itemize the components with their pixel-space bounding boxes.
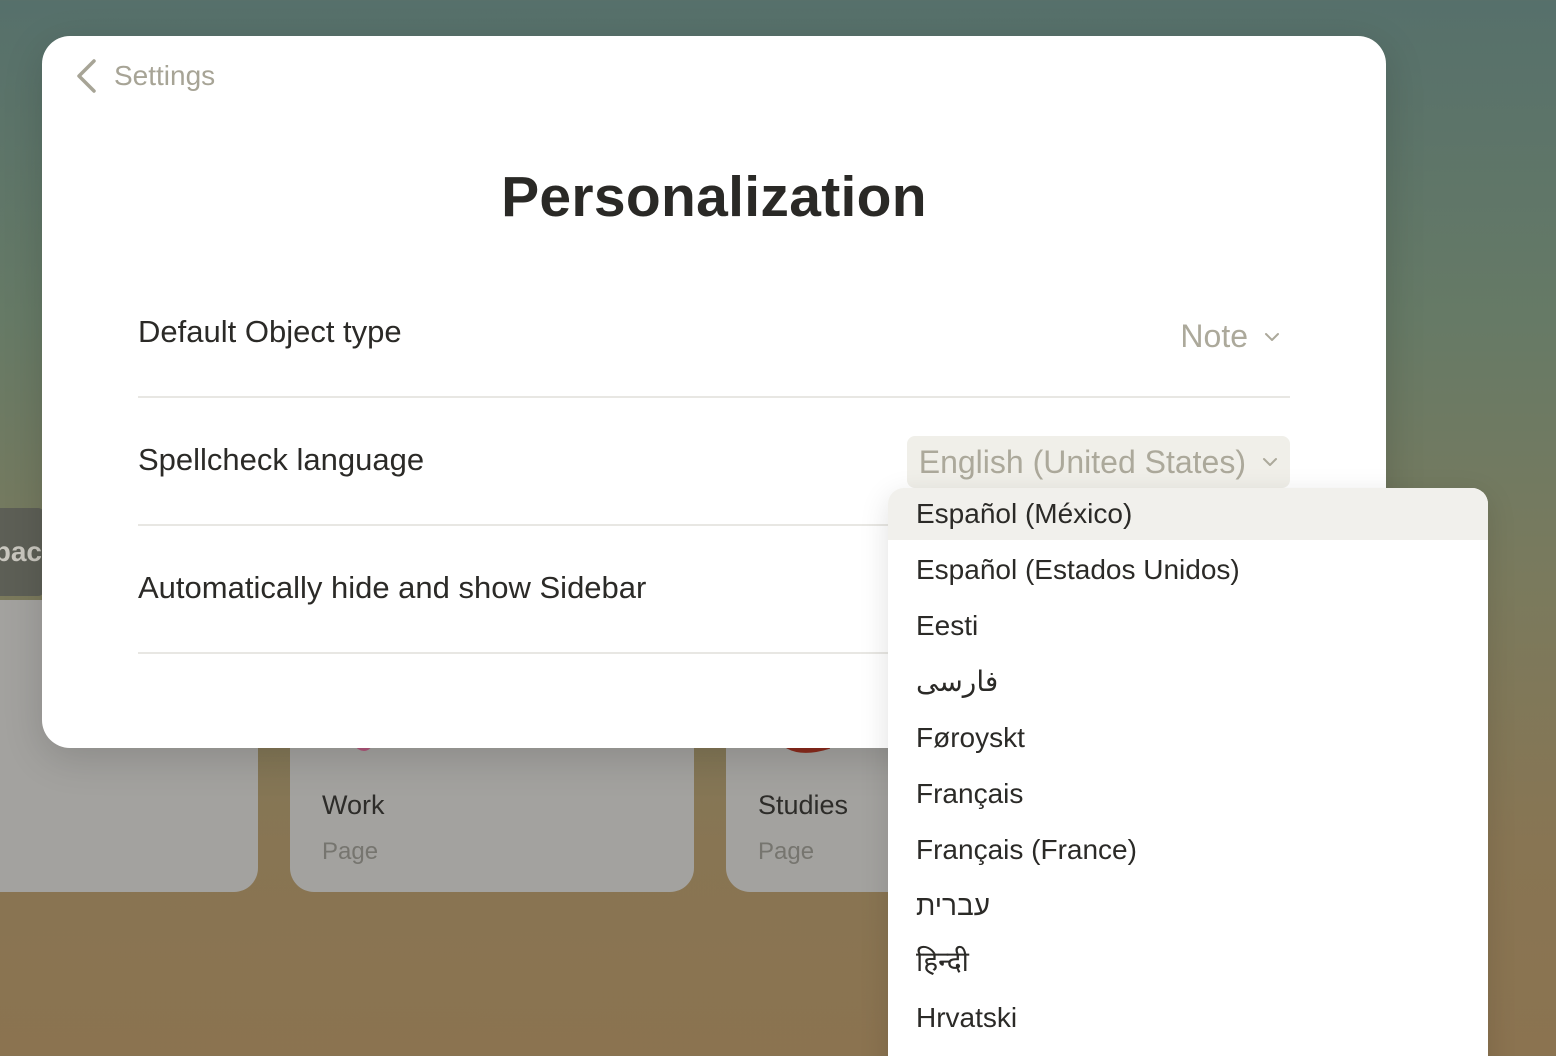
background-partial-button: bac (0, 508, 44, 596)
language-option[interactable]: Français (888, 768, 1488, 820)
setting-label: Automatically hide and show Sidebar (138, 570, 647, 605)
language-option[interactable]: Español (México) (888, 488, 1488, 540)
setting-row-default-object-type: Default Object type Note (138, 268, 1290, 398)
back-label: Settings (114, 60, 216, 91)
setting-label: Default Object type (138, 314, 402, 349)
chevron-left-icon (77, 59, 96, 93)
language-option[interactable]: Eesti (888, 600, 1488, 652)
language-option[interactable]: עברית (888, 880, 1488, 932)
card-title: Work (322, 790, 385, 820)
card-subtitle: Page (758, 838, 815, 865)
background-partial-button-label: bac (0, 536, 42, 567)
language-dropdown-menu: Español (México) Español (Estados Unidos… (888, 488, 1488, 1056)
language-option[interactable]: Føroyskt (888, 712, 1488, 764)
language-option[interactable]: Hrvatski (888, 992, 1488, 1044)
card-title: Studies (758, 790, 849, 820)
select-value: English (United States) (918, 443, 1246, 480)
setting-label: Spellcheck language (138, 442, 425, 477)
card-subtitle: Page (322, 838, 379, 865)
chevron-down-icon (1263, 458, 1277, 466)
select-value: Note (1180, 318, 1248, 354)
spellcheck-language-select[interactable]: English (United States) (906, 436, 1290, 488)
language-option[interactable]: Français (France) (888, 824, 1488, 876)
language-option[interactable]: हिन्दी (888, 936, 1488, 988)
chevron-down-icon (1265, 332, 1279, 341)
language-option[interactable]: Español (Estados Unidos) (888, 544, 1488, 596)
back-to-settings-button[interactable]: Settings (74, 58, 215, 94)
language-option[interactable]: فارسی (888, 656, 1488, 708)
page-title: Personalization (501, 165, 927, 229)
default-object-type-select[interactable]: Note (1168, 312, 1290, 361)
